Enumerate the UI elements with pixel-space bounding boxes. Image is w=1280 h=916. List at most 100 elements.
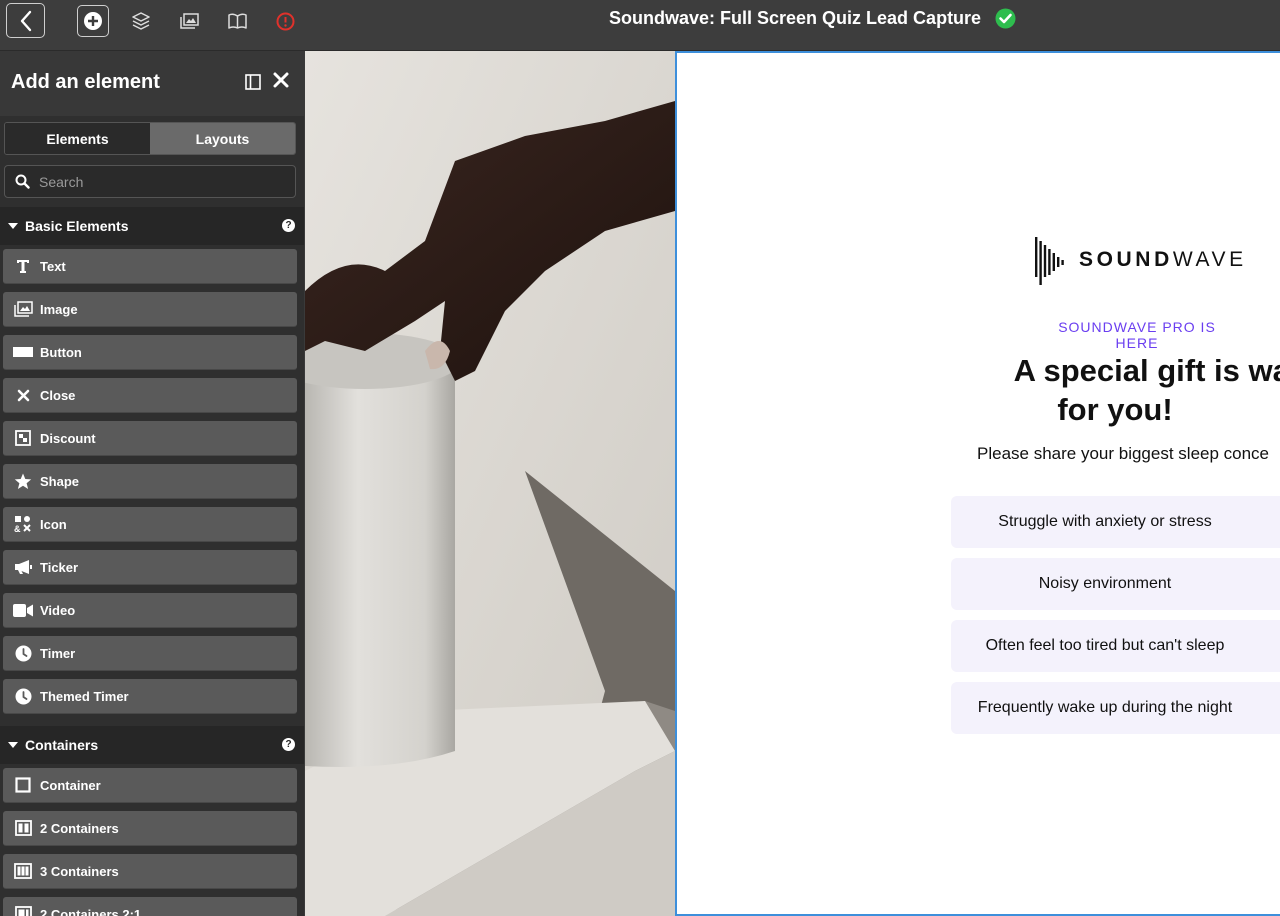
- element-label: Discount: [40, 430, 96, 446]
- megaphone-icon: [13, 557, 33, 577]
- element-container[interactable]: Container: [3, 768, 297, 803]
- element-themed-timer[interactable]: Themed Timer: [3, 679, 297, 714]
- element-label: Ticker: [40, 559, 79, 575]
- icon-library-icon: &: [13, 514, 33, 534]
- three-columns-icon: [13, 861, 33, 881]
- search-input[interactable]: [39, 173, 279, 190]
- container-icon: [13, 775, 33, 795]
- element-label: Themed Timer: [40, 688, 129, 704]
- element-label: 3 Containers: [40, 863, 119, 879]
- caret-down-icon: [8, 222, 18, 229]
- quiz-option[interactable]: Struggle with anxiety or stress: [951, 496, 1280, 548]
- hero-image[interactable]: [305, 51, 675, 916]
- quiz-option-label: Struggle with anxiety or stress: [998, 513, 1212, 530]
- element-3-containers[interactable]: 3 Containers: [3, 854, 297, 889]
- tab-layouts[interactable]: Layouts: [150, 123, 295, 154]
- media-button[interactable]: [173, 5, 205, 37]
- popup-preview-panel[interactable]: SOUNDWAVE SOUNDWAVE PRO IS HERE A specia…: [675, 51, 1280, 916]
- element-timer[interactable]: Timer: [3, 636, 297, 671]
- campaign-title-wrap: Soundwave: Full Screen Quiz Lead Capture: [609, 8, 1016, 29]
- back-button[interactable]: [6, 3, 45, 38]
- help-icon[interactable]: ?: [282, 219, 295, 232]
- headline-line-2: for you!: [1057, 392, 1173, 427]
- section-label: Basic Elements: [25, 218, 129, 234]
- clock-icon: [13, 686, 33, 706]
- element-label: 2 Containers: [40, 820, 119, 836]
- quiz-option[interactable]: Frequently wake up during the night: [951, 682, 1280, 734]
- element-label: Button: [40, 344, 82, 360]
- book-icon: [227, 13, 247, 29]
- close-icon[interactable]: [272, 71, 290, 89]
- element-label: Close: [40, 387, 76, 403]
- brand-wordmark-bold: SOUND: [1079, 248, 1173, 271]
- help-icon[interactable]: ?: [282, 738, 295, 751]
- section-label: Containers: [25, 737, 99, 753]
- soundwave-logo-icon: [1035, 237, 1064, 285]
- campaign-title: Soundwave: Full Screen Quiz Lead Capture: [609, 8, 982, 28]
- section-containers[interactable]: Containers ?: [0, 726, 304, 764]
- element-ticker[interactable]: Ticker: [3, 550, 297, 585]
- element-icon[interactable]: & Icon: [3, 507, 297, 542]
- clock-icon: [13, 643, 33, 663]
- headline-line-1: A special gift is waitin: [1013, 353, 1280, 388]
- brand-wordmark-light: WAVE: [1172, 248, 1247, 271]
- alert-button[interactable]: [269, 5, 301, 37]
- quiz-option[interactable]: Noisy environment: [951, 558, 1280, 610]
- element-label: Timer: [40, 645, 76, 661]
- element-label: Video: [40, 602, 76, 618]
- quiz-option-label: Frequently wake up during the night: [977, 699, 1233, 716]
- back-icon: [20, 10, 31, 31]
- element-label: Container: [40, 777, 101, 793]
- published-check-icon: [995, 8, 1016, 29]
- dock-panel-icon[interactable]: [245, 74, 261, 90]
- element-discount[interactable]: Discount: [3, 421, 297, 456]
- layers-icon: [132, 12, 150, 30]
- text-icon: [13, 256, 33, 276]
- element-image[interactable]: Image: [3, 292, 297, 327]
- element-label: Shape: [40, 473, 80, 489]
- brand-logo: SOUNDWAVE: [1035, 235, 1247, 285]
- element-button[interactable]: Button: [3, 335, 297, 370]
- section-basic-elements[interactable]: Basic Elements ?: [0, 207, 304, 245]
- element-2-containers-2-1[interactable]: 2 Containers 2:1: [3, 897, 297, 916]
- search-icon: [15, 174, 30, 189]
- add-element-sidebar: Add an element Elements Layouts Basic El…: [0, 51, 304, 916]
- sidebar-tabs: Elements Layouts: [4, 122, 296, 155]
- alert-icon: [276, 12, 294, 30]
- sidebar-header: Add an element: [0, 51, 304, 116]
- video-camera-icon: [13, 600, 33, 620]
- quiz-option-label: Often feel too tired but can't sleep: [985, 637, 1225, 654]
- caret-down-icon: [8, 741, 18, 748]
- add-element-button[interactable]: [77, 5, 109, 37]
- docs-button[interactable]: [221, 5, 253, 37]
- element-label: Image: [40, 301, 78, 317]
- close-x-icon: [13, 385, 33, 405]
- element-text[interactable]: Text: [3, 249, 297, 284]
- star-icon: [13, 471, 33, 491]
- element-label: Text: [40, 258, 66, 274]
- discount-icon: [13, 428, 33, 448]
- top-toolbar: Soundwave: Full Screen Quiz Lead Capture: [0, 0, 1280, 51]
- element-label: 2 Containers 2:1: [40, 906, 142, 916]
- element-2-containers[interactable]: 2 Containers: [3, 811, 297, 846]
- speaker-photo-illustration: [305, 51, 675, 916]
- two-columns-icon: [13, 818, 33, 838]
- subheading: Please share your biggest sleep conce: [977, 444, 1270, 463]
- image-icon: [13, 299, 33, 319]
- headline: A special gift is waitin for you!: [957, 351, 1280, 429]
- button-icon: [13, 342, 33, 362]
- sidebar-title: Add an element: [11, 71, 160, 93]
- brand-wordmark: SOUNDWAVE: [1079, 248, 1247, 272]
- element-video[interactable]: Video: [3, 593, 297, 628]
- element-shape[interactable]: Shape: [3, 464, 297, 499]
- svg-text:&: &: [14, 524, 21, 533]
- media-icon: [179, 13, 199, 29]
- layers-button[interactable]: [125, 5, 157, 37]
- add-element-icon: [84, 12, 102, 30]
- element-label: Icon: [40, 516, 67, 532]
- two-one-columns-icon: [13, 904, 33, 916]
- quiz-option-label: Noisy environment: [1038, 575, 1172, 592]
- tab-elements[interactable]: Elements: [5, 123, 150, 154]
- quiz-option[interactable]: Often feel too tired but can't sleep: [951, 620, 1280, 672]
- element-close[interactable]: Close: [3, 378, 297, 413]
